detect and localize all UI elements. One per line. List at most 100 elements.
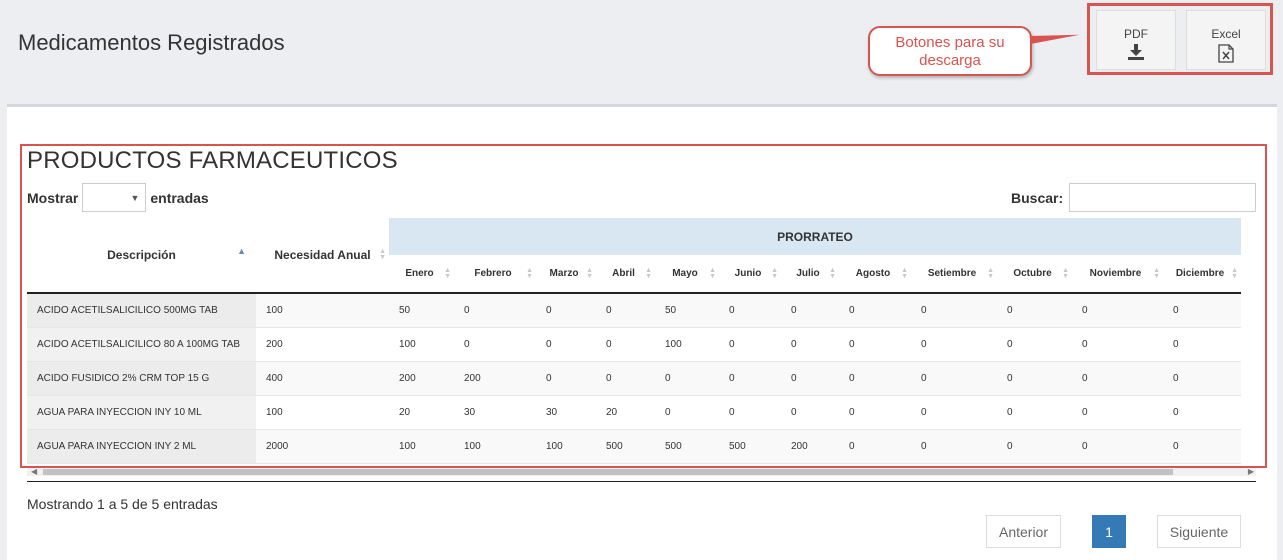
horizontal-scrollbar[interactable]: ◀ ▶ bbox=[27, 467, 1256, 476]
cell-month-value: 0 bbox=[997, 429, 1072, 464]
cell-description: ACIDO ACETILSALICILICO 500MG TAB bbox=[27, 293, 256, 328]
cell-month-value: 0 bbox=[911, 429, 997, 464]
column-header-month[interactable]: Diciembre ▲ ▼ bbox=[1163, 255, 1241, 294]
sort-icon: ▲ ▼ bbox=[586, 266, 593, 280]
sort-icon: ▲ ▼ bbox=[771, 266, 778, 280]
cell-description: ACIDO FUSIDICO 2% CRM TOP 15 G bbox=[27, 361, 256, 396]
column-header-month[interactable]: Noviembre ▲ ▼ bbox=[1072, 255, 1163, 294]
sort-icon: ▲ ▼ bbox=[645, 266, 652, 280]
download-icon bbox=[1128, 44, 1144, 60]
scroll-left-icon[interactable]: ◀ bbox=[31, 467, 37, 476]
cell-month-value: 500 bbox=[596, 429, 655, 464]
column-header-month[interactable]: Febrero ▲ ▼ bbox=[454, 255, 536, 294]
cell-month-value: 0 bbox=[1072, 429, 1163, 464]
cell-month-value: 100 bbox=[536, 429, 596, 464]
cell-month-value: 30 bbox=[536, 395, 596, 430]
cell-month-value: 0 bbox=[911, 361, 997, 396]
column-header-description[interactable]: Descripción ▲ bbox=[27, 218, 256, 294]
cell-month-value: 0 bbox=[1163, 395, 1241, 430]
column-header-month[interactable]: Agosto ▲ ▼ bbox=[839, 255, 911, 294]
month-header-label: Diciembre bbox=[1175, 268, 1225, 279]
cell-annual-need: 200 bbox=[256, 327, 389, 362]
cell-month-value: 20 bbox=[389, 395, 454, 430]
search-control: Buscar: bbox=[1011, 183, 1257, 212]
cell-month-value: 500 bbox=[719, 429, 781, 464]
cell-annual-need: 100 bbox=[256, 395, 389, 430]
column-header-month[interactable]: Junio ▲ ▼ bbox=[719, 255, 781, 294]
column-header-month[interactable]: Julio ▲ ▼ bbox=[781, 255, 839, 294]
pdf-label: PDF bbox=[1124, 27, 1148, 41]
cell-month-value: 0 bbox=[655, 395, 719, 430]
column-header-month[interactable]: Marzo ▲ ▼ bbox=[536, 255, 596, 294]
column-header-annual-need[interactable]: Necesidad Anual ▲ ▼ bbox=[256, 218, 389, 294]
cell-month-value: 100 bbox=[389, 429, 454, 464]
excel-file-icon bbox=[1218, 44, 1234, 63]
cell-description: ACIDO ACETILSALICILICO 80 A 100MG TAB bbox=[27, 327, 256, 362]
cell-month-value: 200 bbox=[781, 429, 839, 464]
cell-month-value: 0 bbox=[596, 293, 655, 328]
excel-download-button[interactable]: Excel bbox=[1186, 10, 1266, 70]
column-header-month[interactable]: Abril ▲ ▼ bbox=[596, 255, 655, 294]
table-bottom-rule bbox=[27, 481, 1256, 482]
cell-month-value: 500 bbox=[655, 429, 719, 464]
scrollbar-thumb[interactable] bbox=[43, 469, 1173, 475]
entries-label: entradas bbox=[150, 189, 209, 206]
pagination-next-button[interactable]: Siguiente bbox=[1157, 515, 1241, 548]
cell-annual-need: 100 bbox=[256, 293, 389, 328]
callout-line-2: descarga bbox=[919, 52, 981, 69]
cell-month-value: 0 bbox=[839, 429, 911, 464]
cell-month-value: 0 bbox=[719, 293, 781, 328]
sort-icon: ▲ ▼ bbox=[1062, 266, 1069, 280]
section-title: PRODUCTOS FARMACEUTICOS bbox=[27, 147, 398, 174]
entries-select[interactable]: ▼ bbox=[82, 183, 147, 212]
cell-month-value: 0 bbox=[997, 293, 1072, 328]
column-header-month[interactable]: Mayo ▲ ▼ bbox=[655, 255, 719, 294]
cell-month-value: 0 bbox=[719, 361, 781, 396]
cell-month-value: 0 bbox=[1163, 429, 1241, 464]
cell-month-value: 0 bbox=[839, 293, 911, 328]
table-row: ACIDO ACETILSALICILICO 500MG TAB 100 50 0 0 0… bbox=[27, 293, 1241, 328]
cell-month-value: 0 bbox=[781, 293, 839, 328]
cell-month-value: 0 bbox=[454, 293, 536, 328]
table-row: AGUA PARA INYECCION INY 2 ML 2000 100 100 10… bbox=[27, 429, 1241, 464]
search-input[interactable] bbox=[1069, 183, 1257, 212]
table-row: ACIDO ACETILSALICILICO 80 A 100MG TAB 200… bbox=[27, 327, 1241, 362]
cell-month-value: 0 bbox=[1163, 327, 1241, 362]
sort-icon: ▲ ▼ bbox=[829, 266, 836, 280]
month-header-label: Enero bbox=[405, 268, 434, 279]
cell-description: AGUA PARA INYECCION INY 10 ML bbox=[27, 395, 256, 430]
pagination-previous-button[interactable]: Anterior bbox=[986, 515, 1061, 548]
cell-month-value: 100 bbox=[454, 429, 536, 464]
month-header-label: Abril bbox=[612, 268, 635, 279]
cell-month-value: 200 bbox=[454, 361, 536, 396]
column-header-month[interactable]: Enero ▲ ▼ bbox=[389, 255, 454, 294]
cell-month-value: 0 bbox=[536, 327, 596, 362]
show-label: Mostrar bbox=[27, 189, 79, 206]
sort-icon: ▲ ▼ bbox=[379, 248, 386, 261]
search-label: Buscar: bbox=[1011, 189, 1064, 206]
sort-icon: ▲ ▼ bbox=[987, 266, 994, 280]
scroll-right-icon[interactable]: ▶ bbox=[1248, 467, 1254, 476]
pagination-page-button[interactable]: 1 bbox=[1092, 515, 1126, 548]
cell-month-value: 0 bbox=[911, 293, 997, 328]
sort-icon: ▲ ▼ bbox=[1153, 266, 1160, 280]
cell-month-value: 0 bbox=[1072, 395, 1163, 430]
table-row: AGUA PARA INYECCION INY 10 ML 100 20 30 30 20… bbox=[27, 395, 1241, 430]
cell-month-value: 0 bbox=[655, 361, 719, 396]
cell-month-value: 100 bbox=[389, 327, 454, 362]
cell-month-value: 0 bbox=[839, 395, 911, 430]
cell-month-value: 0 bbox=[839, 327, 911, 362]
cell-month-value: 0 bbox=[596, 361, 655, 396]
column-header-month[interactable]: Setiembre ▲ ▼ bbox=[911, 255, 997, 294]
month-header-label: Mayo bbox=[672, 268, 698, 279]
cell-month-value: 20 bbox=[596, 395, 655, 430]
description-header-label: Descripción bbox=[107, 248, 176, 262]
cell-description: AGUA PARA INYECCION INY 2 ML bbox=[27, 429, 256, 464]
sort-icon: ▲ ▼ bbox=[526, 266, 533, 280]
column-header-month[interactable]: Octubre ▲ ▼ bbox=[997, 255, 1072, 294]
entries-length-control: Mostrar ▼ entradas bbox=[27, 183, 209, 212]
pdf-download-button[interactable]: PDF bbox=[1096, 10, 1176, 70]
month-header-label: Octubre bbox=[1013, 268, 1052, 279]
cell-month-value: 0 bbox=[1163, 293, 1241, 328]
month-header-label: Agosto bbox=[855, 268, 891, 279]
